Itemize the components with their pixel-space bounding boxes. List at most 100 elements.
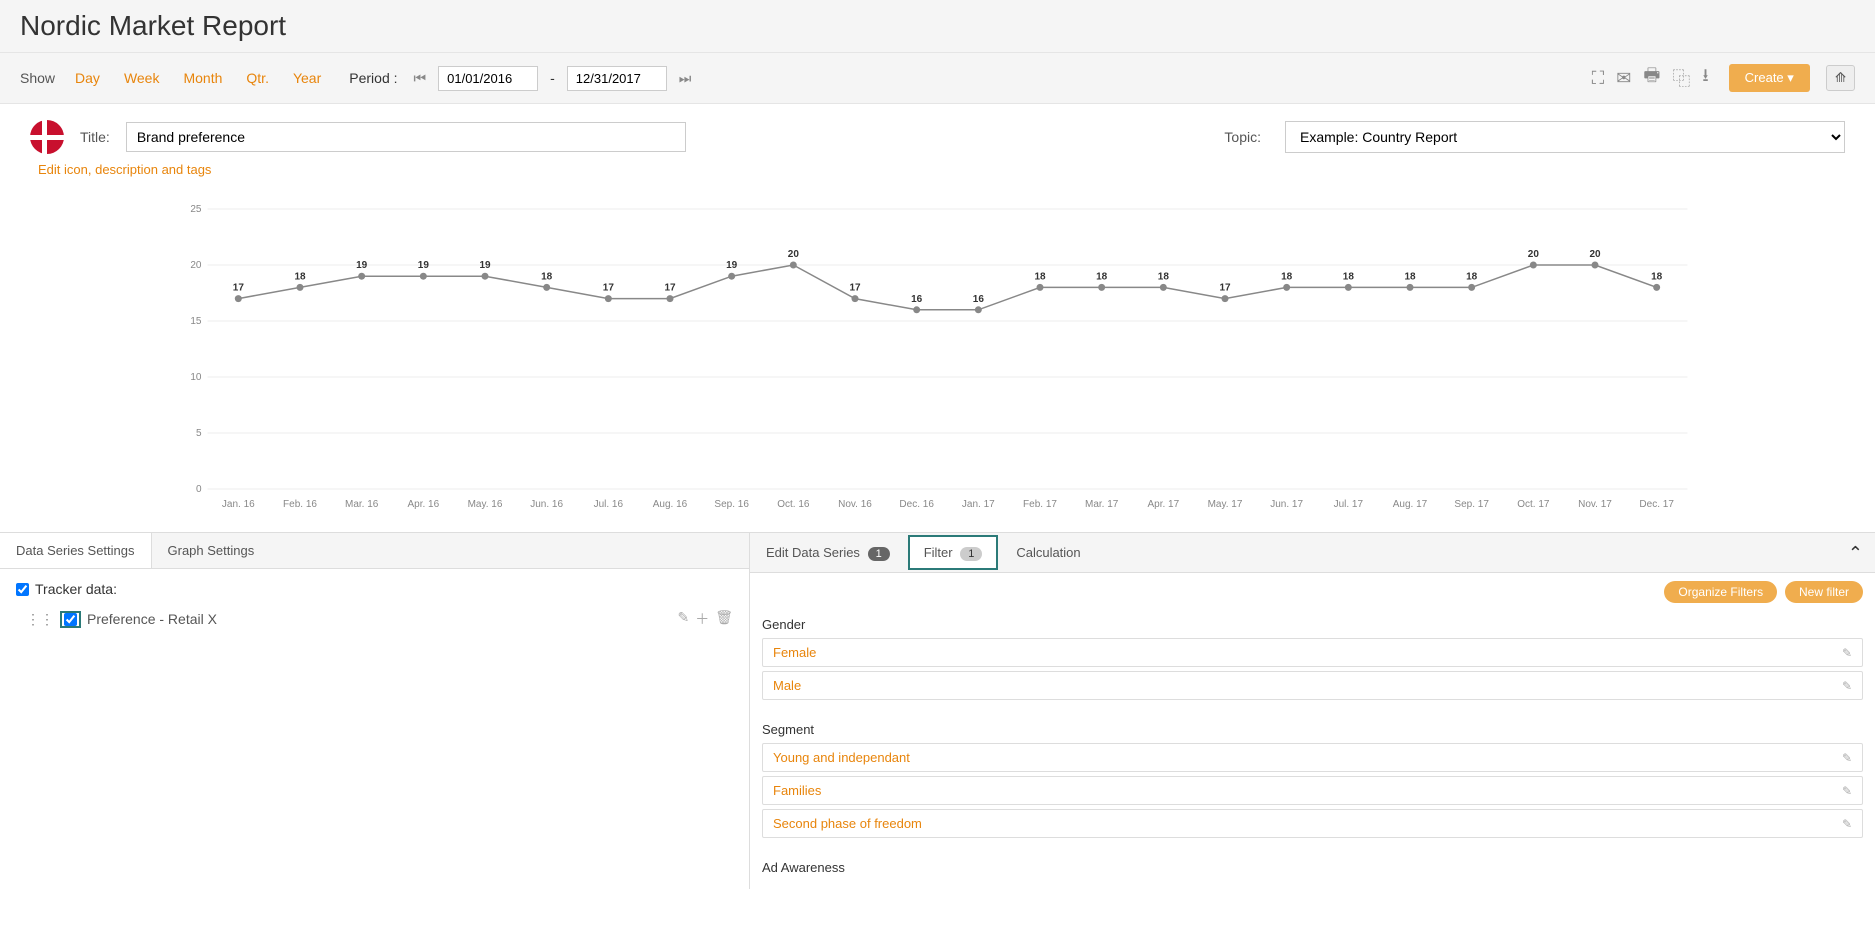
right-tabs: Edit Data Series 1 Filter 1 Calculation	[750, 533, 1875, 573]
svg-text:18: 18	[1281, 271, 1293, 282]
svg-text:Oct. 16: Oct. 16	[777, 499, 810, 510]
mail-icon[interactable]: ✉	[1612, 66, 1635, 91]
edit-series-icon[interactable]: ✎	[677, 609, 689, 629]
svg-text:18: 18	[541, 271, 553, 282]
filter-group: GenderFemale✎Male✎	[750, 607, 1875, 712]
time-day[interactable]: Day	[75, 70, 100, 86]
tracker-checkbox[interactable]	[16, 583, 29, 596]
svg-text:19: 19	[418, 260, 430, 271]
drag-handle-icon[interactable]: ⋮⋮	[26, 611, 54, 628]
svg-text:18: 18	[1343, 271, 1355, 282]
filter-actions: Organize Filters New filter	[750, 573, 1875, 607]
left-panel-body: Tracker data: ⋮⋮ Preference - Retail X ✎…	[0, 569, 749, 645]
pencil-icon[interactable]: ✎	[1842, 646, 1852, 660]
date-to-input[interactable]	[567, 66, 667, 91]
svg-text:20: 20	[190, 260, 202, 271]
svg-text:25: 25	[190, 204, 202, 215]
print-icon[interactable]: 🖶	[1639, 61, 1664, 95]
filter-item-label: Female	[773, 645, 816, 660]
period-last-icon[interactable]: ⏭	[675, 70, 696, 87]
filter-group-title: Gender	[762, 611, 1863, 638]
filter-item[interactable]: Male✎	[762, 671, 1863, 700]
create-button[interactable]: Create ▾	[1729, 64, 1810, 92]
svg-text:18: 18	[1404, 271, 1416, 282]
tab-data-series-settings[interactable]: Data Series Settings	[0, 533, 152, 568]
svg-text:Sep. 16: Sep. 16	[714, 499, 749, 510]
edit-icon-desc-link[interactable]: Edit icon, description and tags	[0, 158, 1875, 189]
tracker-label: Tracker data:	[35, 581, 117, 597]
tab-calculation[interactable]: Calculation	[1000, 535, 1096, 570]
svg-text:17: 17	[233, 283, 245, 294]
svg-text:Jun. 16: Jun. 16	[530, 499, 563, 510]
panel-collapse-icon[interactable]: ⌃	[1848, 543, 1863, 564]
period-label: Period :	[349, 70, 397, 86]
left-tabs: Data Series Settings Graph Settings	[0, 533, 749, 569]
tab-graph-settings[interactable]: Graph Settings	[152, 533, 271, 568]
right-panel: ⌃ Edit Data Series 1 Filter 1 Calculatio…	[750, 533, 1875, 889]
svg-text:Jun. 17: Jun. 17	[1270, 499, 1303, 510]
svg-text:18: 18	[1034, 271, 1046, 282]
collapse-button[interactable]: ⟰	[1826, 65, 1855, 91]
new-filter-button[interactable]: New filter	[1785, 581, 1863, 603]
edit-data-series-badge: 1	[868, 547, 890, 561]
line-chart: 0510152025Jan. 16Feb. 16Mar. 16Apr. 16Ma…	[20, 199, 1855, 519]
svg-text:Dec. 17: Dec. 17	[1639, 499, 1674, 510]
svg-text:16: 16	[911, 294, 923, 305]
download-icon[interactable]: ⭳	[1698, 61, 1712, 95]
title-label: Title:	[80, 129, 110, 145]
filter-group-title: Ad Awareness	[762, 854, 1863, 881]
filter-item-label: Families	[773, 783, 821, 798]
filter-item[interactable]: Young and independant✎	[762, 743, 1863, 772]
svg-text:20: 20	[1528, 249, 1540, 260]
time-month[interactable]: Month	[183, 70, 222, 86]
series-checkbox[interactable]	[64, 613, 77, 626]
time-week[interactable]: Week	[124, 70, 160, 86]
svg-text:Feb. 16: Feb. 16	[283, 499, 317, 510]
filter-item[interactable]: Families ✎	[762, 776, 1863, 805]
date-from-input[interactable]	[438, 66, 538, 91]
svg-text:Oct. 17: Oct. 17	[1517, 499, 1550, 510]
filter-group-title: Segment	[762, 716, 1863, 743]
svg-text:18: 18	[1466, 271, 1478, 282]
time-qtr[interactable]: Qtr.	[246, 70, 269, 86]
svg-text:Mar. 16: Mar. 16	[345, 499, 379, 510]
tab-edit-data-series[interactable]: Edit Data Series 1	[750, 535, 906, 570]
add-series-icon[interactable]: ＋	[695, 609, 709, 629]
title-input[interactable]	[126, 122, 686, 152]
svg-text:0: 0	[196, 484, 202, 495]
filter-item[interactable]: Second phase of freedom ✎	[762, 809, 1863, 838]
svg-text:Aug. 17: Aug. 17	[1393, 499, 1428, 510]
svg-text:17: 17	[664, 283, 676, 294]
organize-filters-button[interactable]: Organize Filters	[1664, 581, 1777, 603]
period-first-icon[interactable]: ⏮	[410, 70, 431, 87]
date-dash: -	[550, 70, 555, 86]
svg-text:15: 15	[190, 316, 202, 327]
svg-text:Dec. 16: Dec. 16	[899, 499, 934, 510]
pencil-icon[interactable]: ✎	[1842, 751, 1852, 765]
filter-groups: GenderFemale✎Male✎SegmentYoung and indep…	[750, 607, 1875, 889]
fullscreen-icon[interactable]: ⛶	[1588, 66, 1609, 91]
filter-item[interactable]: Female ✎	[762, 638, 1863, 667]
svg-text:5: 5	[196, 428, 202, 439]
topic-label: Topic:	[1224, 129, 1261, 145]
flag-denmark-icon	[30, 120, 64, 154]
copy-icon[interactable]: ⿻	[1668, 63, 1694, 93]
action-icons: ⛶ ✉ 🖶 ⿻ ⭳	[1588, 61, 1713, 95]
tracker-row: Tracker data:	[16, 581, 733, 597]
pencil-icon[interactable]: ✎	[1842, 784, 1852, 798]
time-year[interactable]: Year	[293, 70, 321, 86]
svg-text:Mar. 17: Mar. 17	[1085, 499, 1119, 510]
svg-text:20: 20	[1589, 249, 1601, 260]
pencil-icon[interactable]: ✎	[1842, 679, 1852, 693]
filter-group: SegmentYoung and independant✎Families✎Se…	[750, 712, 1875, 850]
left-panel: Data Series Settings Graph Settings Trac…	[0, 533, 750, 889]
svg-text:10: 10	[190, 372, 202, 383]
pencil-icon[interactable]: ✎	[1842, 817, 1852, 831]
svg-text:18: 18	[1096, 271, 1108, 282]
filter-item-label: Second phase of freedom	[773, 816, 922, 831]
delete-series-icon[interactable]: 🗑	[715, 609, 733, 629]
svg-text:May. 17: May. 17	[1208, 499, 1243, 510]
topic-select[interactable]: Example: Country Report	[1285, 121, 1845, 153]
svg-text:17: 17	[1219, 283, 1231, 294]
tab-filter[interactable]: Filter 1	[908, 535, 999, 570]
